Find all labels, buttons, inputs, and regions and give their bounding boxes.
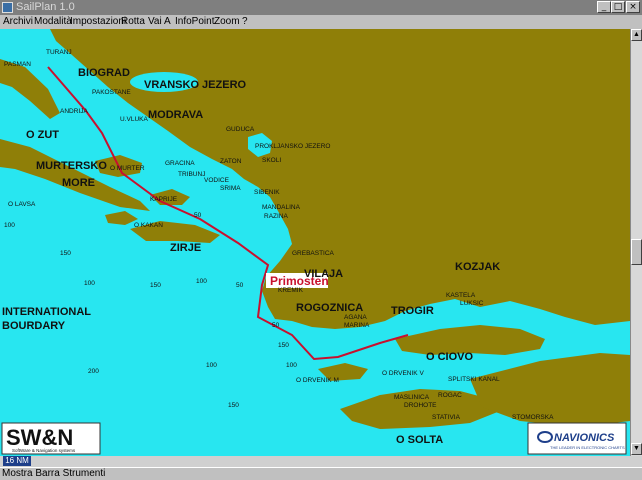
label-zirje: ZIRJE [170, 242, 201, 254]
label-o-solta: O SOLTA [396, 434, 443, 446]
status-bar: Mostra Barra Strumenti [0, 467, 642, 480]
label-o-lavsa: O LAVSA [8, 201, 36, 208]
depth-label: 100 [84, 280, 95, 287]
label-vilaja: VILAJA [304, 268, 343, 280]
label-pasman: PASMAN [4, 61, 31, 68]
scroll-thumb[interactable] [631, 239, 642, 265]
title-bar: SailPlan 1.0 _ □ × [0, 0, 642, 15]
depth-label: 100 [4, 222, 15, 229]
label-kremik: KREMIK [278, 287, 304, 294]
depth-label: 100 [196, 278, 207, 285]
minimize-button[interactable]: _ [597, 1, 611, 13]
label-marina: MARINA [344, 322, 370, 329]
label-o-drvenik-m: O DRVENIK M [296, 377, 339, 384]
label-guduca: GUDUCA [226, 126, 255, 133]
app-icon[interactable] [2, 2, 13, 13]
label-international: INTERNATIONAL [2, 306, 91, 318]
scroll-down-button[interactable]: ▼ [631, 443, 642, 455]
scale-bar: 16 NM [0, 456, 642, 467]
nautical-map[interactable]: Primosten BIOGRAD VRANSKO JEZERO MODRAVA… [0, 29, 630, 456]
label-mandalina: MANDALINA [262, 204, 301, 211]
menu-impostazioni[interactable]: Impostazioni [70, 16, 126, 27]
menu-vai-a[interactable]: Vai A [148, 16, 171, 27]
scale-indicator: 16 NM [3, 456, 31, 466]
label-gracina: GRACINA [165, 160, 195, 167]
depth-label: 100 [286, 362, 297, 369]
navionics-logo: NAVIONICS THE LEADER IN ELECTRONIC CHART… [527, 422, 627, 455]
label-sibenik: SIBENIK [254, 189, 280, 196]
svg-text:NAVIONICS: NAVIONICS [554, 432, 615, 444]
window-title: SailPlan 1.0 [16, 1, 75, 13]
label-tribunj: TRIBUNJ [178, 171, 205, 178]
label-more: MORE [62, 177, 95, 189]
label-o-zut: O ZUT [26, 129, 59, 141]
label-agana: AGANA [344, 314, 367, 321]
label-razina: RAZINA [264, 213, 289, 220]
depth-label: 150 [278, 342, 289, 349]
label-modrava: MODRAVA [148, 109, 203, 121]
depth-label: 200 [88, 368, 99, 375]
depth-label: 50 [236, 282, 244, 289]
label-vodice: VODICE [204, 177, 230, 184]
depth-label: 100 [206, 362, 217, 369]
label-turanj: TURANJ [46, 49, 72, 56]
label-maslinica: MASLINICA [394, 394, 430, 401]
label-trogir: TROGIR [391, 305, 434, 317]
depth-label: 150 [60, 250, 71, 257]
depth-label: 50 [272, 322, 280, 329]
menu-modalita[interactable]: Modalità [34, 16, 72, 27]
label-vransko-jezero: VRANSKO JEZERO [144, 79, 247, 91]
label-o-kakan: O KAKAN [134, 222, 163, 229]
label-splitski-kanal: SPLITSKI KANAL [448, 376, 500, 383]
label-biograd: BIOGRAD [78, 67, 130, 79]
label-rogoznica: ROGOZNICA [296, 302, 363, 314]
map-canvas[interactable]: Primosten BIOGRAD VRANSKO JEZERO MODRAVA… [0, 29, 630, 456]
close-button[interactable]: × [626, 1, 640, 13]
label-andrija: ANDRIJA [60, 108, 88, 115]
scroll-up-button[interactable]: ▲ [631, 29, 642, 41]
depth-label: 150 [228, 402, 239, 409]
menu-archivi[interactable]: Archivi [3, 16, 33, 27]
label-stomorska: STOMORSKA [512, 414, 554, 421]
label-u-vluka: U.VLUKA [120, 116, 148, 123]
depth-label: 150 [150, 282, 161, 289]
menu-infopoint[interactable]: InfoPoint [175, 16, 214, 27]
label-srima: SRIMA [220, 185, 241, 192]
menu-zoom[interactable]: Zoom [214, 16, 240, 27]
menu-help[interactable]: ? [242, 16, 248, 27]
label-bourdary: BOURDARY [2, 320, 66, 332]
label-prokljansko-jezero: PROKLJANSKO JEZERO [255, 143, 331, 150]
label-grebastica: GREBASTICA [292, 250, 335, 257]
label-o-ciovo: O CIOVO [426, 351, 474, 363]
menu-bar: Archivi Modalità Impostazioni Rotta Vai … [0, 15, 642, 29]
maximize-button[interactable]: □ [611, 1, 625, 13]
svg-text:SoftWare & Navigation systems: SoftWare & Navigation systems [12, 448, 76, 453]
label-kozjak: KOZJAK [455, 261, 500, 273]
label-skoli: SKOLI [262, 157, 281, 164]
label-kastela: KASTELA [446, 292, 476, 299]
swn-logo: SW&N SoftWare & Navigation systems [1, 422, 101, 455]
label-rogac: ROGAC [438, 392, 462, 399]
label-kaprije: KAPRIJE [150, 196, 178, 203]
label-murtersko: MURTERSKO [36, 160, 107, 172]
label-luksic: LUKSIC [460, 300, 484, 307]
label-drohote: DROHOTE [404, 402, 437, 409]
label-o-drvenik-v: O DRVENIK V [382, 370, 424, 377]
vertical-scrollbar[interactable]: ▲ ▼ [630, 29, 642, 456]
status-text: Mostra Barra Strumenti [2, 468, 106, 479]
label-zaton: ZATON [220, 158, 242, 165]
label-o-murter: O MURTER [110, 165, 145, 172]
svg-text:THE LEADER IN ELECTRONIC CHART: THE LEADER IN ELECTRONIC CHARTS [550, 445, 625, 450]
depth-label: 50 [194, 212, 202, 219]
label-stativia: STATIVIA [432, 414, 461, 421]
label-pakostane: PAKOSTANE [92, 89, 131, 96]
menu-rotta[interactable]: Rotta [121, 16, 145, 27]
svg-text:SW&N: SW&N [6, 425, 73, 450]
